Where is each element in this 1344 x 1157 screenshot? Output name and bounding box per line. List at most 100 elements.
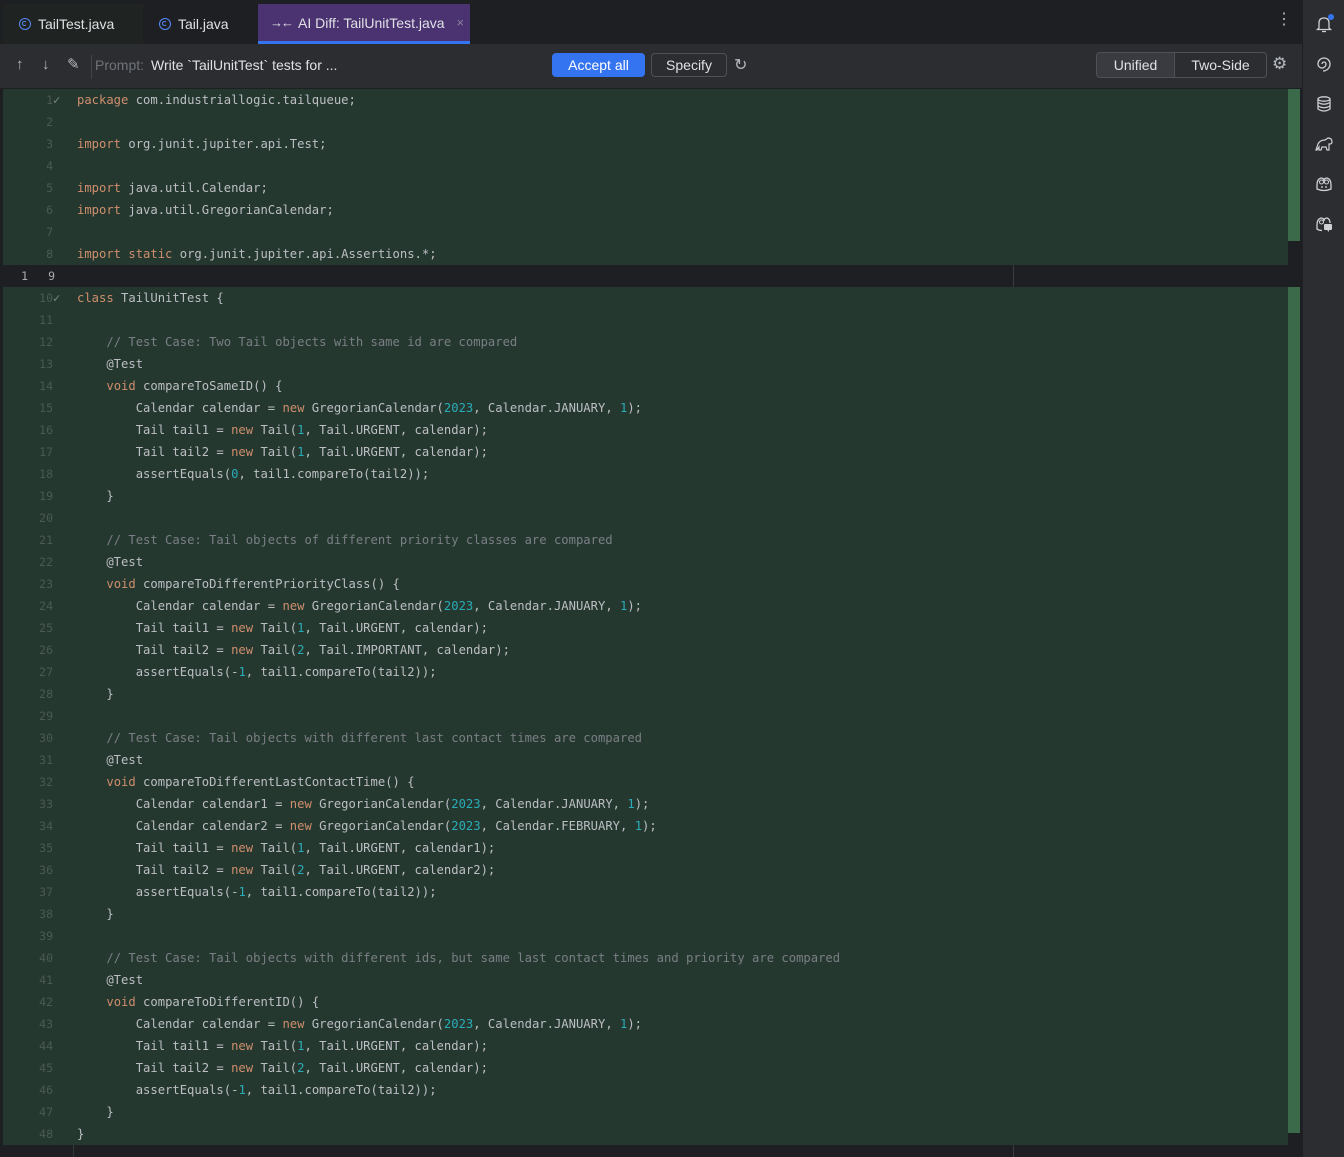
database-icon[interactable] xyxy=(1313,93,1335,115)
regenerate-icon[interactable]: ↻ xyxy=(734,55,747,75)
added-code-line[interactable]: 24 Calendar calendar = new GregorianCale… xyxy=(3,595,1288,617)
added-code-line[interactable]: 45 Tail tail2 = new Tail(2, Tail.URGENT,… xyxy=(3,1057,1288,1079)
added-code-line[interactable]: 8 import static org.junit.jupiter.api.Ass… xyxy=(3,243,1288,265)
close-tab-icon[interactable]: × xyxy=(457,15,465,30)
change-marker-stripe[interactable] xyxy=(1288,287,1300,1133)
gradle-icon[interactable] xyxy=(1313,133,1335,155)
code-text: } xyxy=(77,1105,114,1119)
change-marker-stripe[interactable] xyxy=(1288,89,1300,241)
added-code-line[interactable]: 35 Tail tail1 = new Tail(1, Tail.URGENT,… xyxy=(3,837,1288,859)
added-code-line[interactable]: 28 } xyxy=(3,683,1288,705)
two-side-view-button[interactable]: Two-Side xyxy=(1175,53,1266,77)
added-code-line[interactable]: 2 xyxy=(3,111,1288,133)
code-text: Tail tail1 = new Tail(1, Tail.URGENT, ca… xyxy=(77,1039,488,1053)
code-text: assertEquals(0, tail1.compareTo(tail2)); xyxy=(77,467,430,481)
added-code-line[interactable]: 48} xyxy=(3,1123,1288,1145)
added-code-line[interactable]: 44 Tail tail1 = new Tail(1, Tail.URGENT,… xyxy=(3,1035,1288,1057)
diff-editor[interactable]: 1 ✓ package com.industriallogic.tailqueue;… xyxy=(0,89,1302,1157)
added-code-line[interactable]: 27 assertEquals(-1, tail1.compareTo(tail… xyxy=(3,661,1288,683)
accept-change-checkmark-icon[interactable]: ✓ xyxy=(53,287,60,309)
added-code-line[interactable]: 30 // Test Case: Tail objects with diffe… xyxy=(3,727,1288,749)
added-code-line[interactable]: 6 import java.util.GregorianCalendar; xyxy=(3,199,1288,221)
added-code-line[interactable]: 16 Tail tail1 = new Tail(1, Tail.URGENT,… xyxy=(3,419,1288,441)
added-code-line[interactable]: 34 Calendar calendar2 = new GregorianCal… xyxy=(3,815,1288,837)
ai-assistant-icon[interactable] xyxy=(1313,53,1335,75)
next-diff-icon[interactable]: ↓ xyxy=(42,56,50,74)
added-code-line[interactable]: 13 @Test xyxy=(3,353,1288,375)
added-code-line[interactable]: 17 Tail tail2 = new Tail(1, Tail.URGENT,… xyxy=(3,441,1288,463)
added-code-line[interactable]: 12 // Test Case: Two Tail objects with s… xyxy=(3,331,1288,353)
code-text: // Test Case: Tail objects of different … xyxy=(106,533,613,547)
added-code-line[interactable]: 43 Calendar calendar = new GregorianCale… xyxy=(3,1013,1288,1035)
unchanged-code-line[interactable]: 19 xyxy=(3,265,1302,287)
added-code-line[interactable]: 42 void compareToDifferentID() { xyxy=(3,991,1288,1013)
added-code-line[interactable]: 4 xyxy=(3,155,1288,177)
code-text: assertEquals(-1, tail1.compareTo(tail2))… xyxy=(77,1083,437,1097)
line-number: 15 xyxy=(39,401,53,415)
added-code-line[interactable]: 23 void compareToDifferentPriorityClass(… xyxy=(3,573,1288,595)
added-code-line[interactable]: 33 Calendar calendar1 = new GregorianCal… xyxy=(3,793,1288,815)
added-code-line[interactable]: 10 ✓ class TailUnitTest { xyxy=(3,287,1288,309)
prompt-text[interactable]: Write `TailUnitTest` tests for ... xyxy=(151,57,337,73)
added-code-line[interactable]: 32 void compareToDifferentLastContactTim… xyxy=(3,771,1288,793)
added-code-line[interactable]: 20 xyxy=(3,507,1288,529)
added-code-line[interactable]: 41 @Test xyxy=(3,969,1288,991)
tab-ai-diff-tailunittest[interactable]: →← AI Diff: TailUnitTest.java × xyxy=(258,4,470,44)
line-number: 8 xyxy=(46,247,53,261)
added-code-line[interactable]: 47 } xyxy=(3,1101,1288,1123)
added-code-line[interactable]: 19 } xyxy=(3,485,1288,507)
line-number: 37 xyxy=(39,885,53,899)
added-code-line[interactable]: 1 ✓ package com.industriallogic.tailqueue; xyxy=(3,89,1288,111)
added-code-line[interactable]: 21 // Test Case: Tail objects of differe… xyxy=(3,529,1288,551)
line-number: 19 xyxy=(3,265,55,287)
code-text: Tail tail2 = new Tail(2, Tail.IMPORTANT,… xyxy=(77,643,510,657)
added-code-line[interactable]: 26 Tail tail2 = new Tail(2, Tail.IMPORTA… xyxy=(3,639,1288,661)
tab-label: AI Diff: TailUnitTest.java xyxy=(298,14,445,31)
added-code-line[interactable]: 29 xyxy=(3,705,1288,727)
more-options-icon[interactable]: ⋮ xyxy=(1276,12,1292,28)
accept-all-button[interactable]: Accept all xyxy=(552,53,645,77)
code-text: assertEquals(-1, tail1.compareTo(tail2))… xyxy=(77,885,437,899)
tab-tailtest-java[interactable]: TailTest.java xyxy=(3,4,143,44)
added-code-line[interactable]: 25 Tail tail1 = new Tail(1, Tail.URGENT,… xyxy=(3,617,1288,639)
tab-label: TailTest.java xyxy=(38,16,115,32)
specify-button[interactable]: Specify xyxy=(651,53,727,77)
added-code-line[interactable]: 39 xyxy=(3,925,1288,947)
code-text: Tail tail2 = new Tail(2, Tail.URGENT, ca… xyxy=(77,863,496,877)
added-code-line[interactable]: 15 Calendar calendar = new GregorianCale… xyxy=(3,397,1288,419)
tab-tail-java[interactable]: Tail.java xyxy=(143,4,258,44)
line-number: 21 xyxy=(39,533,53,547)
code-text: void compareToDifferentLastContactTime()… xyxy=(106,775,415,789)
code-text: Tail tail1 = new Tail(1, Tail.URGENT, ca… xyxy=(77,841,496,855)
added-code-line[interactable]: 38 } xyxy=(3,903,1288,925)
code-text: Calendar calendar2 = new GregorianCalend… xyxy=(77,819,657,833)
code-text: Tail tail2 = new Tail(1, Tail.URGENT, ca… xyxy=(77,445,488,459)
added-code-line[interactable]: 46 assertEquals(-1, tail1.compareTo(tail… xyxy=(3,1079,1288,1101)
added-code-line[interactable]: 3 import org.junit.jupiter.api.Test; xyxy=(3,133,1288,155)
added-code-line[interactable]: 36 Tail tail2 = new Tail(2, Tail.URGENT,… xyxy=(3,859,1288,881)
code-text: // Test Case: Tail objects with differen… xyxy=(106,731,642,745)
added-code-line[interactable]: 14 void compareToSameID() { xyxy=(3,375,1288,397)
copilot-chat-icon[interactable] xyxy=(1313,213,1335,235)
added-code-line[interactable]: 40 // Test Case: Tail objects with diffe… xyxy=(3,947,1288,969)
line-number: 25 xyxy=(39,621,53,635)
code-text: Tail tail1 = new Tail(1, Tail.URGENT, ca… xyxy=(77,423,488,437)
added-code-line[interactable]: 7 xyxy=(3,221,1288,243)
notifications-icon[interactable] xyxy=(1313,13,1335,35)
previous-diff-icon[interactable]: ↑ xyxy=(16,56,24,74)
edit-prompt-icon[interactable]: ✎ xyxy=(67,56,80,74)
added-code-line[interactable]: 11 xyxy=(3,309,1288,331)
line-number: 42 xyxy=(39,995,53,1009)
line-number: 7 xyxy=(46,225,53,239)
unified-view-button[interactable]: Unified xyxy=(1097,53,1175,77)
added-code-line[interactable]: 18 assertEquals(0, tail1.compareTo(tail2… xyxy=(3,463,1288,485)
diff-settings-icon[interactable]: ⚙ xyxy=(1272,54,1287,74)
added-code-line[interactable]: 37 assertEquals(-1, tail1.compareTo(tail… xyxy=(3,881,1288,903)
line-number: 40 xyxy=(39,951,53,965)
copilot-icon[interactable] xyxy=(1313,173,1335,195)
line-number: 14 xyxy=(39,379,53,393)
accept-change-checkmark-icon[interactable]: ✓ xyxy=(53,89,60,111)
added-code-line[interactable]: 5 import java.util.Calendar; xyxy=(3,177,1288,199)
added-code-line[interactable]: 31 @Test xyxy=(3,749,1288,771)
added-code-line[interactable]: 22 @Test xyxy=(3,551,1288,573)
